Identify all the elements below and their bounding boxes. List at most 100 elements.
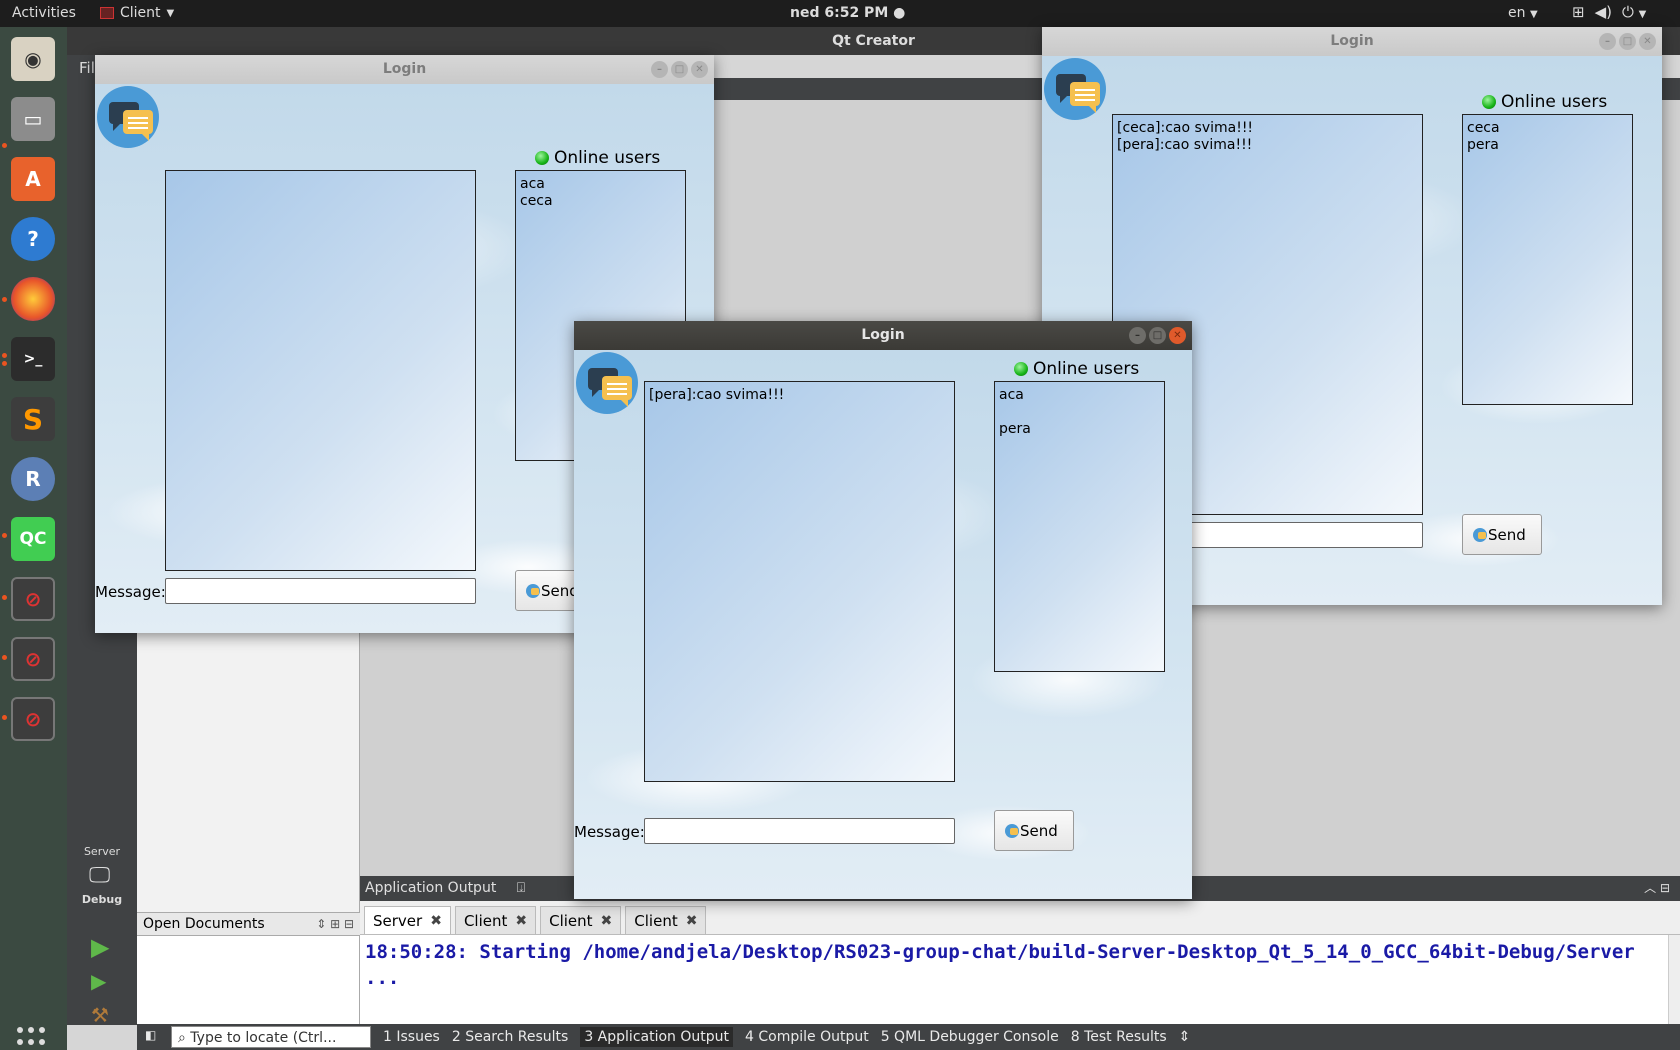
r-icon[interactable]: R bbox=[11, 457, 55, 501]
help-icon[interactable]: ? bbox=[11, 217, 55, 261]
firefox-icon[interactable] bbox=[11, 277, 55, 321]
message-label: Message: bbox=[95, 583, 166, 601]
send-button[interactable]: Send bbox=[1462, 514, 1542, 555]
locator-input[interactable]: ⌕ Type to locate (Ctrl... bbox=[171, 1026, 371, 1048]
file-menu[interactable]: Fil bbox=[79, 59, 95, 77]
chat-logo-icon bbox=[1044, 58, 1106, 120]
system-tray[interactable]: ⊞ ◀) ⏻ ▼ bbox=[1572, 3, 1646, 21]
build-icon[interactable]: ⚒ bbox=[91, 1003, 109, 1027]
minimize-icon[interactable]: – bbox=[651, 61, 668, 78]
chat-logo-icon bbox=[576, 352, 638, 414]
status-tab-issues[interactable]: 1 Issues bbox=[383, 1029, 440, 1045]
app-icon bbox=[100, 7, 114, 19]
build-config-label: Debug bbox=[81, 893, 123, 906]
status-tab-application-output[interactable]: 3 Application Output bbox=[580, 1027, 733, 1047]
status-tab-test-results[interactable]: 8 Test Results bbox=[1071, 1029, 1167, 1045]
maximize-icon[interactable]: □ bbox=[1149, 327, 1166, 344]
toggle-sidebar-icon[interactable]: ◧ bbox=[145, 1028, 156, 1042]
debug-run-icon[interactable]: ▶ bbox=[91, 969, 106, 993]
pane-controls-icon[interactable]: ︿ ⊟ bbox=[1644, 876, 1670, 901]
user-item[interactable]: aca bbox=[520, 176, 681, 193]
chat-message: [ceca]:cao svima!!! bbox=[1117, 120, 1254, 136]
app-1-icon[interactable]: ⊘ bbox=[11, 577, 55, 621]
output-tabs: Server ✖ Client ✖ Client ✖ Client ✖ bbox=[360, 901, 1680, 935]
user-item[interactable]: ceca bbox=[520, 193, 681, 210]
qt-creator-icon[interactable]: QC bbox=[11, 517, 55, 561]
output-tab-server[interactable]: Server ✖ bbox=[364, 906, 451, 934]
maximize-icon[interactable]: □ bbox=[1619, 33, 1636, 50]
show-applications-icon[interactable] bbox=[17, 1027, 49, 1050]
window-titlebar[interactable]: Login – □ ✕ bbox=[1042, 27, 1662, 56]
user-item[interactable] bbox=[999, 404, 1160, 421]
online-users-list[interactable]: aca pera bbox=[994, 381, 1165, 672]
open-documents-list[interactable] bbox=[137, 936, 360, 1024]
network-icon[interactable]: ⊞ bbox=[1572, 3, 1585, 21]
window-titlebar[interactable]: Login – □ ✕ bbox=[95, 55, 714, 84]
chat-history[interactable] bbox=[165, 170, 476, 571]
message-input[interactable] bbox=[644, 818, 955, 844]
clock[interactable]: ned 6:52 PM ● bbox=[790, 5, 905, 21]
login-window-3: Login – □ ✕ [pera]:cao svima!!! Online u… bbox=[574, 321, 1192, 899]
close-icon[interactable]: ✕ bbox=[1639, 33, 1656, 50]
maximize-icon[interactable]: □ bbox=[671, 61, 688, 78]
close-icon[interactable]: ✖ bbox=[601, 913, 613, 929]
close-icon[interactable]: ✕ bbox=[1169, 327, 1186, 344]
close-icon[interactable]: ✖ bbox=[686, 913, 698, 929]
application-output-text[interactable]: 18:50:28: Starting /home/andjela/Desktop… bbox=[360, 935, 1668, 1024]
app-menu[interactable]: Client ▼ bbox=[100, 5, 174, 21]
online-users-list[interactable]: ceca pera bbox=[1462, 114, 1633, 405]
output-tab-client[interactable]: Client ✖ bbox=[540, 906, 622, 934]
software-center-icon[interactable]: A bbox=[11, 157, 55, 201]
chevron-down-icon: ▼ bbox=[166, 7, 175, 19]
activities-button[interactable]: Activities bbox=[12, 5, 76, 21]
power-icon[interactable]: ⏻ ▼ bbox=[1622, 3, 1646, 21]
send-label: Send bbox=[1020, 821, 1058, 840]
online-status-icon bbox=[535, 151, 549, 165]
user-item[interactable]: pera bbox=[999, 421, 1160, 438]
user-item[interactable]: ceca bbox=[1467, 120, 1628, 137]
pane-controls-icon[interactable]: ⇕ ⊞ ⊟ bbox=[316, 913, 354, 935]
more-tabs-icon[interactable]: ⇕ bbox=[1179, 1029, 1191, 1045]
run-icon[interactable]: ▶ bbox=[91, 933, 109, 961]
language-selector[interactable]: en ▼ bbox=[1508, 5, 1538, 21]
chat-history[interactable]: [pera]:cao svima!!! bbox=[644, 381, 955, 782]
minimize-icon[interactable]: – bbox=[1599, 33, 1616, 50]
terminal-icon[interactable]: >_ bbox=[11, 337, 55, 381]
output-tab-client[interactable]: Client ✖ bbox=[625, 906, 707, 934]
close-icon[interactable]: ✖ bbox=[430, 913, 442, 929]
send-icon bbox=[1005, 823, 1019, 838]
language-label: en bbox=[1508, 5, 1526, 21]
status-tab-compile-output[interactable]: 4 Compile Output bbox=[745, 1029, 869, 1045]
output-tab-client[interactable]: Client ✖ bbox=[454, 906, 537, 934]
minimize-icon[interactable]: – bbox=[1129, 327, 1146, 344]
app-2-icon[interactable]: ⊘ bbox=[11, 637, 55, 681]
chat-logo-icon bbox=[97, 86, 159, 148]
tab-label: Client bbox=[634, 911, 678, 930]
close-icon[interactable]: ✕ bbox=[691, 61, 708, 78]
attach-icon[interactable]: ⍗ bbox=[517, 880, 525, 896]
window-titlebar[interactable]: Login – □ ✕ bbox=[574, 321, 1192, 350]
monitor-icon[interactable]: 🖵 bbox=[89, 863, 110, 888]
status-tab-search-results[interactable]: 2 Search Results bbox=[452, 1029, 568, 1045]
files-icon[interactable]: ▭ bbox=[11, 97, 55, 141]
message-input[interactable] bbox=[165, 578, 476, 604]
chevron-down-icon: ▼ bbox=[1529, 9, 1538, 20]
close-icon[interactable]: ✖ bbox=[515, 913, 527, 929]
user-item[interactable]: aca bbox=[999, 387, 1160, 404]
user-item[interactable]: pera bbox=[1467, 137, 1628, 154]
window-content: [pera]:cao svima!!! Online users aca per… bbox=[574, 350, 1192, 899]
clock-label: ned 6:52 PM bbox=[790, 5, 889, 21]
rhythmbox-icon[interactable]: ◉ bbox=[11, 37, 55, 81]
window-title: Login bbox=[861, 327, 905, 343]
online-users-header: Online users bbox=[535, 148, 660, 168]
status-tab-qml-debugger-console[interactable]: 5 QML Debugger Console bbox=[881, 1029, 1059, 1045]
send-button[interactable]: Send bbox=[994, 810, 1074, 851]
application-output-title: Application Output bbox=[365, 880, 497, 896]
app-3-icon[interactable]: ⊘ bbox=[11, 697, 55, 741]
volume-icon[interactable]: ◀) bbox=[1595, 3, 1612, 21]
output-scrollbar[interactable] bbox=[1668, 935, 1680, 1024]
top-bar: Activities Client ▼ ned 6:52 PM ● en ▼ ⊞… bbox=[0, 0, 1680, 27]
window-title: Login bbox=[1330, 33, 1374, 49]
online-users-header: Online users bbox=[1482, 92, 1607, 112]
sublime-text-icon[interactable]: S bbox=[11, 397, 55, 441]
